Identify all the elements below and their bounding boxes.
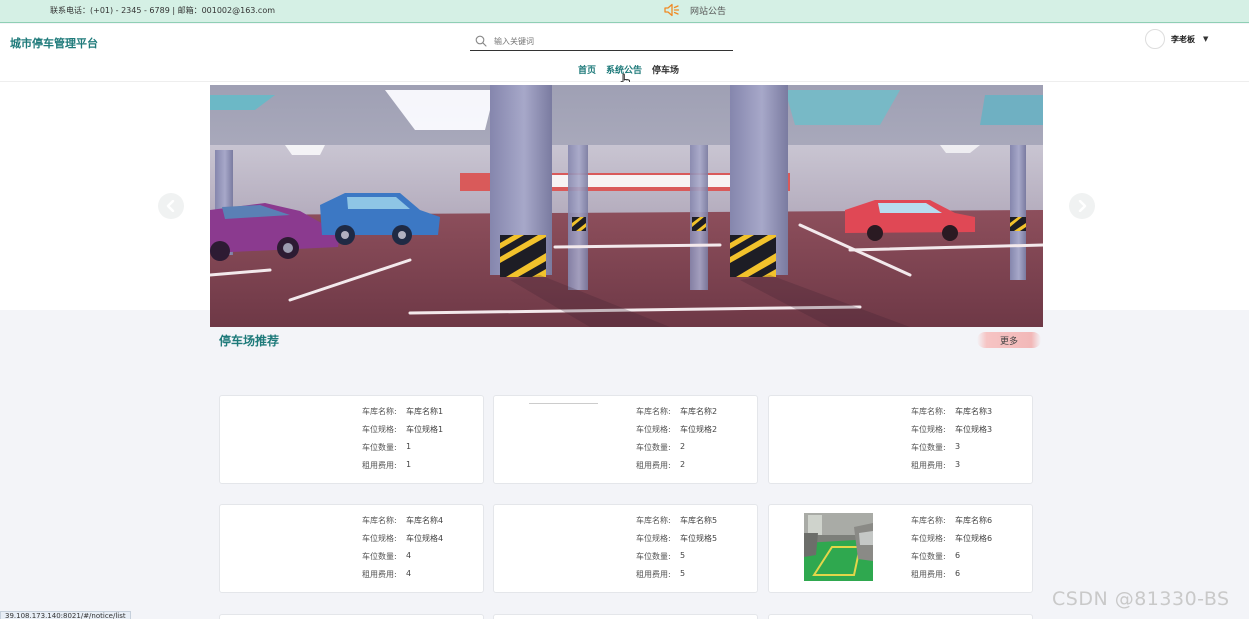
value-space-spec: 车位规格3 (955, 425, 993, 434)
label-space-count: 车位数量: (362, 552, 397, 561)
label-space-count: 车位数量: (636, 443, 671, 452)
value-garage-name: 车库名称3 (955, 407, 993, 416)
label-garage-name: 车库名称: (362, 407, 397, 416)
value-garage-name: 车库名称2 (680, 407, 718, 416)
card-details: 车库名称: 车库名称5 车位规格: 车位规格5 车位数量: 5 租用费用: 5 (636, 515, 717, 587)
site-notice[interactable]: 网站公告 (664, 3, 726, 17)
speaker-icon (664, 3, 680, 17)
card-details: 车库名称: 车库名称3 车位规格: 车位规格3 车位数量: 3 租用费用: 3 (911, 406, 992, 478)
value-garage-name: 车库名称1 (406, 407, 444, 416)
label-rent-fee: 租用费用: (911, 570, 946, 579)
user-menu[interactable]: 李老板 ▼ (1145, 29, 1208, 49)
parking-card-partial[interactable] (493, 614, 758, 619)
card-details: 车库名称: 车库名称2 车位规格: 车位规格2 车位数量: 2 租用费用: 2 (636, 406, 717, 478)
value-space-count: 2 (680, 442, 686, 451)
parking-space-photo (804, 513, 873, 581)
site-logo[interactable]: 城市停车管理平台 (10, 35, 98, 51)
nav-parking[interactable]: 停车场 (652, 63, 679, 76)
parking-card[interactable]: 车库名称: 车库名称3 车位规格: 车位规格3 车位数量: 3 租用费用: 3 (768, 395, 1033, 484)
label-space-spec: 车位规格: (911, 534, 946, 543)
caret-down-icon: ▼ (1203, 35, 1209, 43)
card-details: 车库名称: 车库名称6 车位规格: 车位规格6 车位数量: 6 租用费用: 6 (911, 515, 992, 587)
value-rent-fee: 5 (680, 569, 686, 578)
label-rent-fee: 租用费用: (636, 461, 671, 470)
parking-card[interactable]: 车库名称: 车库名称4 车位规格: 车位规格4 车位数量: 4 租用费用: 4 (219, 504, 484, 593)
user-name: 李老板 (1171, 34, 1195, 44)
value-space-spec: 车位规格1 (406, 425, 444, 434)
parking-card[interactable]: 车库名称: 车库名称1 车位规格: 车位规格1 车位数量: 1 租用费用: 1 (219, 395, 484, 484)
parking-card-partial[interactable] (768, 614, 1033, 619)
label-rent-fee: 租用费用: (362, 461, 397, 470)
value-rent-fee: 4 (406, 569, 412, 578)
label-space-count: 车位数量: (911, 443, 946, 452)
parking-card[interactable]: 车库名称: 车库名称6 车位规格: 车位规格6 车位数量: 6 租用费用: 6 (768, 504, 1033, 593)
label-garage-name: 车库名称: (636, 516, 671, 525)
label-rent-fee: 租用费用: (362, 570, 397, 579)
card-details: 车库名称: 车库名称4 车位规格: 车位规格4 车位数量: 4 租用费用: 4 (362, 515, 443, 587)
banner-carousel[interactable] (210, 85, 1043, 327)
value-space-count: 6 (955, 551, 961, 560)
label-garage-name: 车库名称: (636, 407, 671, 416)
avatar[interactable] (1145, 29, 1165, 49)
value-rent-fee: 3 (955, 460, 961, 469)
nav-home[interactable]: 首页 (578, 63, 596, 76)
label-garage-name: 车库名称: (362, 516, 397, 525)
value-rent-fee: 2 (680, 460, 686, 469)
label-rent-fee: 租用费用: (636, 570, 671, 579)
value-space-count: 1 (406, 442, 412, 451)
label-rent-fee: 租用费用: (911, 461, 946, 470)
carousel-prev-button[interactable] (158, 193, 184, 219)
chevron-right-icon (1078, 200, 1087, 212)
value-space-count: 3 (955, 442, 961, 451)
value-space-spec: 车位规格6 (955, 534, 993, 543)
label-space-spec: 车位规格: (362, 425, 397, 434)
section-title: 停车场推荐 (219, 334, 280, 348)
image-placeholder (529, 403, 598, 404)
label-space-spec: 车位规格: (636, 534, 671, 543)
label-space-spec: 车位规格: (362, 534, 397, 543)
parking-card-partial[interactable] (219, 614, 484, 619)
label-space-spec: 车位规格: (636, 425, 671, 434)
value-garage-name: 车库名称6 (955, 516, 993, 525)
card-details: 车库名称: 车库名称1 车位规格: 车位规格1 车位数量: 1 租用费用: 1 (362, 406, 443, 478)
label-garage-name: 车库名称: (911, 516, 946, 525)
value-rent-fee: 1 (406, 460, 412, 469)
chevron-left-icon (166, 200, 175, 212)
search-bar (470, 32, 733, 51)
label-garage-name: 车库名称: (911, 407, 946, 416)
contact-info: 联系电话：(+01) - 2345 - 6789 | 邮箱：001002@163… (50, 6, 276, 15)
parking-garage-illustration (210, 85, 1043, 327)
top-info-bar: 联系电话：(+01) - 2345 - 6789 | 邮箱：001002@163… (0, 0, 1249, 23)
search-input[interactable] (494, 36, 714, 46)
value-space-spec: 车位规格4 (406, 534, 444, 543)
value-rent-fee: 6 (955, 569, 961, 578)
label-space-count: 车位数量: (911, 552, 946, 561)
more-button[interactable]: 更多 (977, 332, 1041, 348)
search-icon[interactable] (474, 34, 488, 48)
label-space-spec: 车位规格: (911, 425, 946, 434)
value-space-count: 5 (680, 551, 686, 560)
label-space-count: 车位数量: (636, 552, 671, 561)
site-notice-label: 网站公告 (690, 6, 727, 17)
value-garage-name: 车库名称5 (680, 516, 718, 525)
parking-card[interactable]: 车库名称: 车库名称5 车位规格: 车位规格5 车位数量: 5 租用费用: 5 (493, 504, 758, 593)
browser-status-url: 39.108.173.140:8021/#/notice/list (0, 611, 131, 619)
label-space-count: 车位数量: (362, 443, 397, 452)
carousel-next-button[interactable] (1069, 193, 1095, 219)
value-space-spec: 车位规格2 (680, 425, 718, 434)
value-space-count: 4 (406, 551, 412, 560)
value-garage-name: 车库名称4 (406, 516, 444, 525)
watermark: CSDN @81330-BS (1052, 588, 1230, 610)
parking-card[interactable]: 车库名称: 车库名称2 车位规格: 车位规格2 车位数量: 2 租用费用: 2 (493, 395, 758, 484)
value-space-spec: 车位规格5 (680, 534, 718, 543)
